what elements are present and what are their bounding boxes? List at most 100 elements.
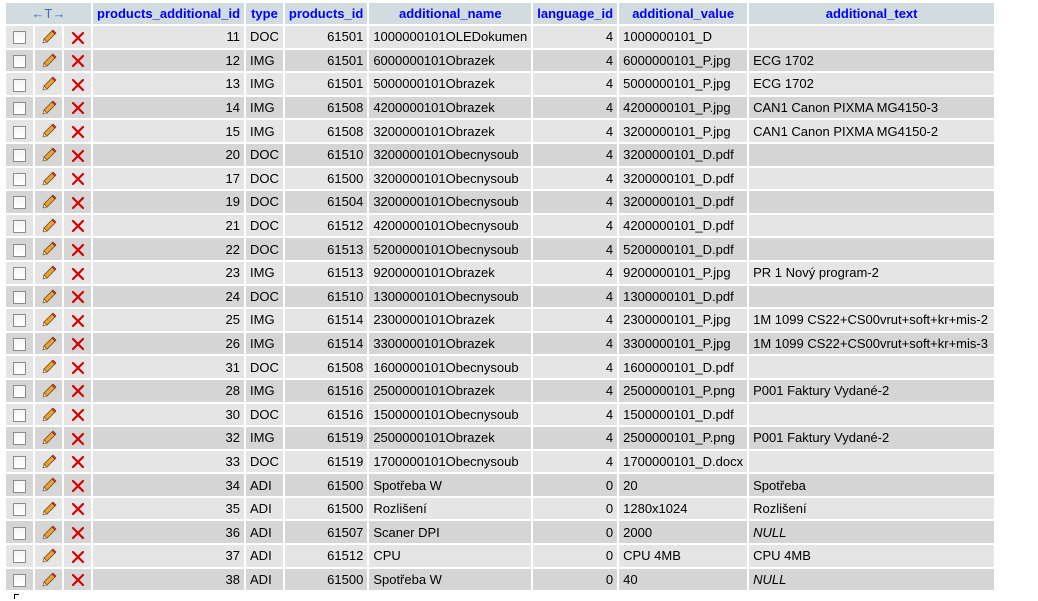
pencil-icon[interactable] xyxy=(41,359,57,375)
row-checkbox[interactable] xyxy=(13,338,26,352)
row-checkbox[interactable] xyxy=(13,290,26,304)
row-checkbox[interactable] xyxy=(13,172,26,186)
table-row[interactable]: 14 IMG 61508 4200000101Obrazek 4 4200000101_P… xyxy=(6,96,995,119)
table-row[interactable]: 36 ADI 61507 Scaner DPI 0 2000 NULL xyxy=(6,521,995,544)
pencil-icon[interactable] xyxy=(41,76,57,92)
row-checkbox[interactable] xyxy=(13,196,26,210)
row-checkbox[interactable] xyxy=(13,102,26,116)
delete-x-icon[interactable] xyxy=(71,243,85,257)
delete-x-icon[interactable] xyxy=(71,502,85,516)
delete-x-icon[interactable] xyxy=(71,219,85,233)
delete-x-icon[interactable] xyxy=(71,455,85,469)
table-row[interactable]: 20 DOC 61510 3200000101Obecnysoub 4 320000010… xyxy=(6,143,995,166)
pencil-icon[interactable] xyxy=(41,241,57,257)
delete-x-icon[interactable] xyxy=(71,479,85,493)
column-header-additional-value[interactable]: additional_value xyxy=(619,3,748,24)
row-checkbox[interactable] xyxy=(13,479,26,493)
pencil-icon[interactable] xyxy=(41,430,57,446)
row-checkbox[interactable] xyxy=(13,220,26,234)
pencil-icon[interactable] xyxy=(41,383,57,399)
row-checkbox[interactable] xyxy=(13,149,26,163)
delete-x-icon[interactable] xyxy=(71,550,85,564)
pencil-icon[interactable] xyxy=(41,572,57,588)
table-row[interactable]: 31 DOC 61508 1600000101Obecnysoub 4 160000010… xyxy=(6,356,995,378)
row-checkbox[interactable] xyxy=(13,125,26,139)
pencil-icon[interactable] xyxy=(41,336,57,352)
table-row[interactable]: 32 IMG 61519 2500000101Obrazek 4 2500000101_P… xyxy=(6,427,995,449)
table-row[interactable]: 21 DOC 61512 4200000101Obecnysoub 4 420000010… xyxy=(6,214,995,237)
row-checkbox[interactable] xyxy=(13,573,26,587)
delete-x-icon[interactable] xyxy=(71,432,85,446)
delete-x-icon[interactable] xyxy=(71,361,85,375)
delete-x-icon[interactable] xyxy=(71,573,85,587)
pencil-icon[interactable] xyxy=(41,171,57,187)
delete-x-icon[interactable] xyxy=(71,149,85,163)
table-row[interactable]: 12 IMG 61501 6000000101Obrazek 4 6000000101_P… xyxy=(6,49,995,72)
delete-x-icon[interactable] xyxy=(71,78,85,92)
delete-x-icon[interactable] xyxy=(71,196,85,210)
pencil-icon[interactable] xyxy=(41,407,57,423)
table-row[interactable]: 28 IMG 61516 2500000101Obrazek 4 2500000101_P… xyxy=(6,379,995,402)
delete-x-icon[interactable] xyxy=(71,526,85,540)
table-row[interactable]: 25 IMG 61514 2300000101Obrazek 4 2300000101_P… xyxy=(6,309,995,331)
delete-x-icon[interactable] xyxy=(71,290,85,304)
pencil-icon[interactable] xyxy=(41,194,57,210)
delete-x-icon[interactable] xyxy=(71,172,85,186)
column-header-products-additional-id[interactable]: products_additional_id xyxy=(93,3,245,24)
pencil-icon[interactable] xyxy=(41,548,57,564)
row-checkbox[interactable] xyxy=(13,54,26,68)
pencil-icon[interactable] xyxy=(41,312,57,328)
table-row[interactable]: 30 DOC 61516 1500000101Obecnysoub 4 150000010… xyxy=(6,403,995,426)
pencil-icon[interactable] xyxy=(41,265,57,281)
row-checkbox[interactable] xyxy=(13,385,26,399)
table-row[interactable]: 19 DOC 61504 3200000101Obecnysoub 4 320000010… xyxy=(6,191,995,213)
row-checkbox[interactable] xyxy=(13,408,26,422)
column-header-language-id[interactable]: language_id xyxy=(533,3,618,24)
delete-x-icon[interactable] xyxy=(71,125,85,139)
table-row[interactable]: 24 DOC 61510 1300000101Obecnysoub 4 130000010… xyxy=(6,285,995,308)
row-checkbox[interactable] xyxy=(13,456,26,470)
table-row[interactable]: 13 IMG 61501 5000000101Obrazek 4 5000000101_P… xyxy=(6,73,995,95)
column-header-type[interactable]: type xyxy=(246,3,283,24)
row-checkbox[interactable] xyxy=(13,243,26,257)
row-checkbox[interactable] xyxy=(13,314,26,328)
pencil-icon[interactable] xyxy=(41,147,57,163)
pencil-icon[interactable] xyxy=(41,100,57,116)
column-header-additional-text[interactable]: additional_text xyxy=(749,3,995,24)
row-checkbox[interactable] xyxy=(13,503,26,517)
table-row[interactable]: 23 IMG 61513 9200000101Obrazek 4 9200000101_P… xyxy=(6,261,995,284)
table-row[interactable]: 33 DOC 61519 1700000101Obecnysoub 4 170000010… xyxy=(6,450,995,473)
row-checkbox[interactable] xyxy=(13,361,26,375)
table-row[interactable]: 17 DOC 61500 3200000101Obecnysoub 4 320000010… xyxy=(6,167,995,190)
delete-x-icon[interactable] xyxy=(71,101,85,115)
row-checkbox[interactable] xyxy=(13,526,26,540)
table-row[interactable]: 11 DOC 61501 1000000101OLEDokumen 4 100000010… xyxy=(6,26,995,48)
pencil-icon[interactable] xyxy=(41,218,57,234)
pencil-icon[interactable] xyxy=(41,454,57,470)
pencil-icon[interactable] xyxy=(41,29,57,45)
delete-x-icon[interactable] xyxy=(71,337,85,351)
table-row[interactable]: 15 IMG 61508 3200000101Obrazek 4 3200000101_P… xyxy=(6,120,995,142)
pencil-icon[interactable] xyxy=(41,289,57,305)
table-row[interactable]: 38 ADI 61500 Spotřeba W 0 40 NULL xyxy=(6,568,995,591)
pencil-icon[interactable] xyxy=(41,53,57,69)
delete-x-icon[interactable] xyxy=(71,384,85,398)
pencil-icon[interactable] xyxy=(41,525,57,541)
row-checkbox[interactable] xyxy=(13,31,26,45)
row-checkbox[interactable] xyxy=(13,432,26,446)
table-row[interactable]: 34 ADI 61500 Spotřeba W 0 20 Spotřeba xyxy=(6,474,995,496)
column-header-additional-name[interactable]: additional_name xyxy=(369,3,532,24)
right-arrow-icon[interactable]: → xyxy=(52,6,65,21)
table-row[interactable]: 26 IMG 61514 3300000101Obrazek 4 3300000101_P… xyxy=(6,332,995,355)
column-header-products-id[interactable]: products_id xyxy=(284,3,368,24)
delete-x-icon[interactable] xyxy=(71,54,85,68)
pencil-icon[interactable] xyxy=(41,123,57,139)
delete-x-icon[interactable] xyxy=(71,314,85,328)
delete-x-icon[interactable] xyxy=(71,408,85,422)
left-arrow-icon[interactable]: ← xyxy=(32,6,45,21)
delete-x-icon[interactable] xyxy=(71,267,85,281)
row-checkbox[interactable] xyxy=(13,78,26,92)
table-row[interactable]: 37 ADI 61512 CPU 0 CPU 4MB CPU 4MB xyxy=(6,545,995,567)
delete-x-icon[interactable] xyxy=(71,31,85,45)
row-checkbox[interactable] xyxy=(13,267,26,281)
